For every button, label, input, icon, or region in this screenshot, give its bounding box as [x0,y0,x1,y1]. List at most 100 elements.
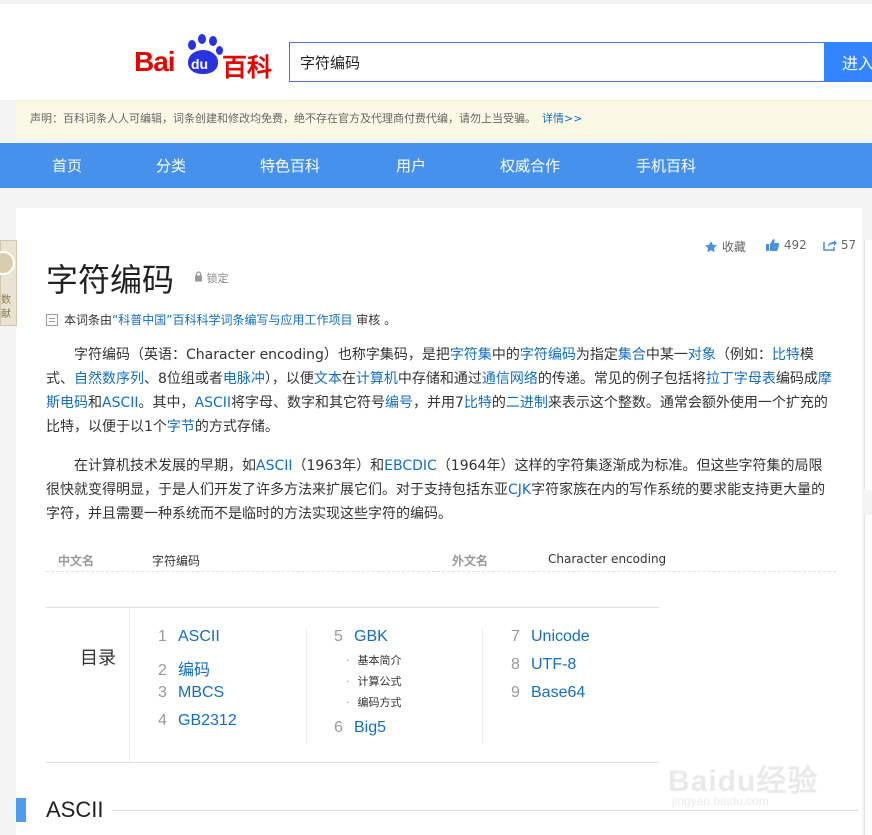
link-byte[interactable]: 字节 [167,419,195,435]
link-pulse[interactable]: 电脉冲 [223,371,265,387]
link-ascii[interactable]: ASCII [195,395,232,411]
section-accent-bar [16,798,26,822]
link-object[interactable]: 对象 [688,347,716,363]
link-network[interactable]: 通信网络 [482,371,538,387]
link-latin-alphabet[interactable]: 拉丁字母表 [706,371,776,387]
link-text[interactable]: 文本 [314,371,342,387]
main-nav: 首页 分类 特色百科 用户 权威合作 手机百科 [0,143,872,188]
toc-subitem[interactable]: 计算公式 [346,673,402,689]
toc-num: 1 [158,628,167,645]
contribution-badge[interactable]: 数 献 [0,240,17,326]
like-count: 492 [783,238,807,252]
document-icon [46,314,58,326]
medal-icon [0,251,15,275]
toc-link: GB2312 [178,712,237,729]
link-natural-numbers[interactable]: 自然数序列 [74,371,144,387]
review-note: 本词条由“科普中国”百科科学词条编写与应用工作项目 审核 。 [46,311,396,328]
link-ebcdic[interactable]: EBCDIC [384,458,437,474]
toc-num: 2 [158,662,167,679]
toc-subitem[interactable]: 基本简介 [346,652,402,668]
nav-item-category[interactable]: 分类 [156,155,186,176]
toc-item-utf8[interactable]: 8 UTF-8 [511,656,576,674]
text: 将字母、数字和其它符号 [231,395,385,411]
notice-details-link[interactable]: 详情>> [542,112,582,125]
toc-num: 9 [511,684,520,701]
lock-status: 锁定 [194,270,229,286]
text: 在 [341,371,356,387]
right-sidebar-edge-lower [864,515,872,835]
summary-paragraph-1: 字符编码（英语：Character encoding）也称字集码，是把字符集中的… [46,343,836,439]
toc-num: 4 [158,712,167,729]
text: 为指定 [575,347,618,363]
toc-link: Base64 [531,684,586,701]
toc-item-gbk[interactable]: 5 GBK [334,628,388,646]
toc-num: 8 [511,656,520,673]
watermark-url: jingyan.baidu.com [672,794,769,808]
share-button[interactable]: 57 [822,238,856,252]
link-set[interactable]: 集合 [618,347,646,363]
toc-title: 目录 [80,648,116,669]
toc-item-mbcs[interactable]: 3 MBCS [158,684,224,702]
baidu-baike-logo[interactable]: Bai du 百科 [134,34,274,82]
nav-item-mobile[interactable]: 手机百科 [636,155,696,176]
link-binary[interactable]: 二进制 [506,395,548,411]
text: 。其中， [138,395,195,411]
toc-item-big5[interactable]: 6 Big5 [334,719,386,737]
info-key-foreign-name: 外文名 [452,554,489,568]
toc-item-unicode[interactable]: 7 Unicode [511,628,590,646]
toc-item-gb2312[interactable]: 4 GB2312 [158,712,237,730]
link-ascii[interactable]: ASCII [102,395,139,411]
nav-item-users[interactable]: 用户 [396,155,426,176]
toc-link: GBK [354,628,388,645]
nav-item-partners[interactable]: 权威合作 [500,155,560,176]
link-bit[interactable]: 比特 [772,347,800,363]
toc-subitem[interactable]: 编码方式 [346,694,402,710]
text: ，并用7 [413,395,464,411]
toc-num: 7 [511,628,520,645]
text: （例如： [715,347,772,363]
disclaimer-notice: 声明：百科词条人人可编辑，词条创建和修改均免费，绝不存在官方及代理商付费代编，请… [16,100,872,138]
text: 的 [491,395,506,411]
star-icon [705,241,717,253]
toc-item-encoding[interactable]: 2 编码 [158,656,210,680]
text: ），以便 [264,371,314,387]
link-cjk[interactable]: CJK [508,482,531,498]
info-key-chinese-name: 中文名 [58,554,95,568]
text: 的传递。常见的例子包括将 [537,371,706,387]
lock-label: 锁定 [206,272,229,285]
search-input[interactable] [289,42,825,82]
link-charset[interactable]: 字符集 [450,347,492,363]
lock-icon [195,271,202,282]
section-title: ASCII [46,797,104,822]
nav-item-featured[interactable]: 特色百科 [260,155,320,176]
toc-link: UTF-8 [531,656,577,673]
link-ascii[interactable]: ASCII [256,458,293,474]
paw-icon: du [184,34,224,78]
link-bit[interactable]: 比特 [464,395,492,411]
link-computer[interactable]: 计算机 [356,371,398,387]
text: 中存储和通过 [397,371,482,387]
toc-link: MBCS [178,684,225,701]
link-char-encoding[interactable]: 字符编码 [520,347,576,363]
review-prefix: 本词条由 [64,313,113,327]
logo-baike-text: 百科 [222,53,273,82]
toc-divider [482,626,483,744]
summary-paragraph-2: 在计算机技术发展的早期，如ASCII（1963年）和EBCDIC（1964年）这… [46,454,836,526]
toc-num: 6 [334,719,343,736]
enter-button[interactable]: 进入 [824,42,872,82]
toc-divider [306,626,307,744]
toc-item-ascii[interactable]: 1 ASCII [158,628,220,646]
logo-du-text: du [191,56,209,72]
nav-item-home[interactable]: 首页 [52,155,82,176]
text: 、8位组或者 [144,371,223,387]
info-value-foreign-name: Character encoding [548,552,667,566]
link-numbering[interactable]: 编号 [385,395,413,411]
info-value-chinese-name: 字符编码 [152,554,201,568]
like-button[interactable]: 492 [765,238,807,252]
toc-item-base64[interactable]: 9 Base64 [511,684,585,702]
section-divider [112,810,858,811]
toc-num: 5 [334,628,343,645]
favorite-button[interactable]: 收藏 [704,238,746,255]
review-project-link[interactable]: “科普中国”百科科学词条编写与应用工作项目 [112,313,352,327]
right-sidebar-edge [864,240,872,490]
